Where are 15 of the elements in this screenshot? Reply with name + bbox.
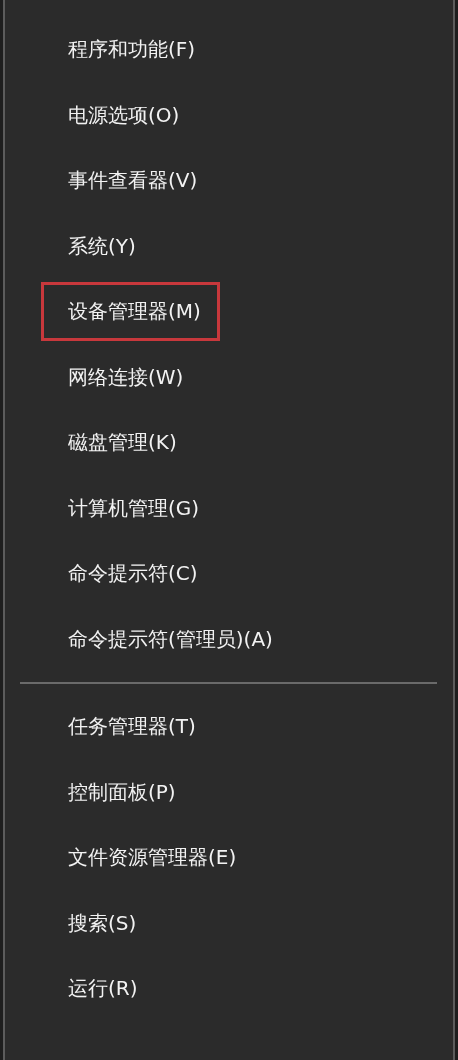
menu-item[interactable]: 命令提示符(管理员)(A) — [41, 609, 292, 669]
menu-item[interactable]: 搜索(S) — [41, 893, 156, 953]
menu-item[interactable]: 运行(R) — [41, 959, 157, 1019]
menu-item[interactable]: 控制面板(P) — [41, 762, 195, 822]
menu-item[interactable]: 文件资源管理器(E) — [41, 828, 256, 888]
menu-item[interactable]: 网络连接(W) — [41, 347, 203, 407]
menu-item[interactable]: 命令提示符(C) — [41, 544, 217, 604]
menu-item[interactable]: 程序和功能(F) — [41, 20, 215, 80]
menu-item[interactable]: 设备管理器(M) — [41, 282, 220, 342]
menu-item[interactable]: 计算机管理(G) — [41, 478, 219, 538]
menu-item[interactable]: 任务管理器(T) — [41, 697, 215, 757]
menu-item[interactable]: 磁盘管理(K) — [41, 413, 196, 473]
menu-item[interactable]: 电源选项(O) — [41, 85, 199, 145]
menu-item[interactable]: 事件查看器(V) — [41, 151, 217, 211]
menu-item[interactable]: 系统(Y) — [41, 216, 155, 276]
